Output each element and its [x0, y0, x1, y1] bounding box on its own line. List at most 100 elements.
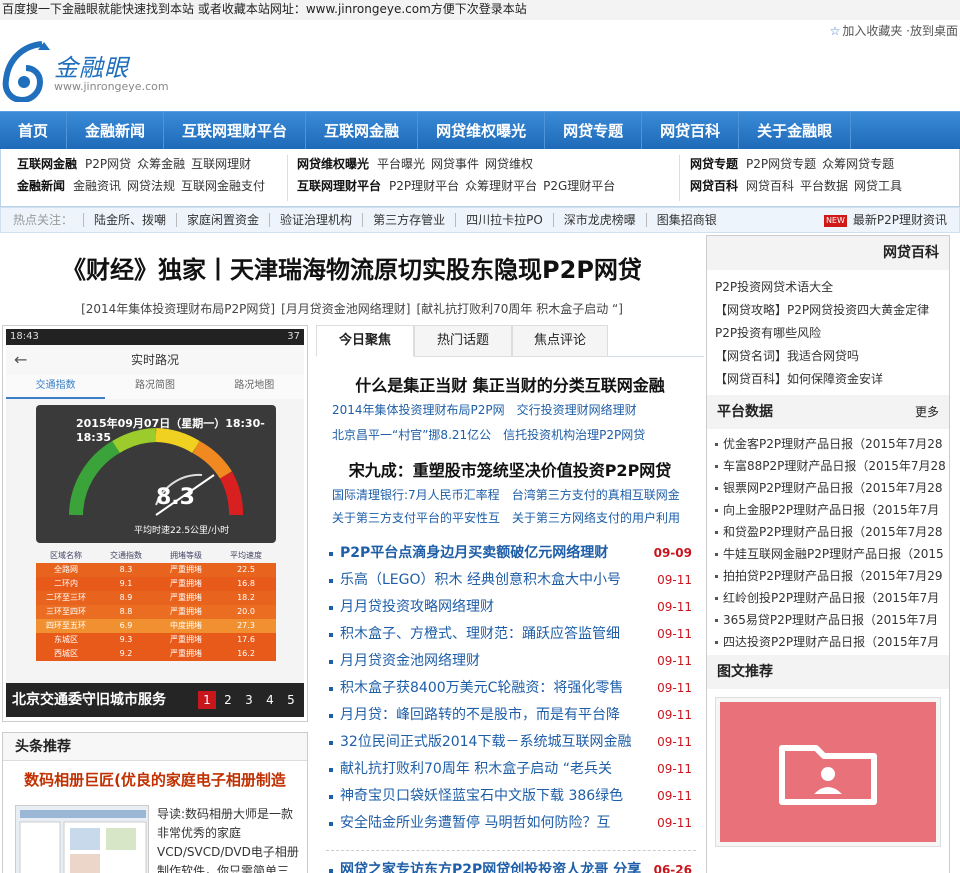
subnav-link[interactable]: 众筹理财平台 [465, 179, 537, 193]
subnav-link[interactable]: P2P理财平台 [389, 179, 459, 193]
focus-link[interactable]: 台湾第三方支付的真相互联网金 [512, 488, 680, 502]
subnav-head[interactable]: 互联网理财平台 [297, 179, 381, 193]
add-bookmark-link[interactable]: 加入收藏夹 [842, 24, 902, 38]
news-item[interactable]: 32位民间正式版2014下载－系统城互联网金融 09-11 [326, 729, 696, 756]
subnav-link[interactable]: 众筹金融 [137, 157, 185, 171]
news-item[interactable]: 月月贷：峰回路转的不是股市，而是有平台降 09-11 [326, 702, 696, 729]
platform-data-item[interactable]: 四达投资P2P理财产品日报（2015年7月 [715, 631, 941, 653]
focus-link[interactable]: 关于第三方网络支付的用户利用 [512, 511, 680, 525]
news-item[interactable]: 积木盒子、方橙式、理财范：踊跃应答监管细 09-11 [326, 621, 696, 648]
subnav-head[interactable]: 金融新闻 [17, 179, 65, 193]
platform-data-item[interactable]: 红岭创投P2P理财产品日报（2015年7月 [715, 587, 941, 609]
subnav-link[interactable]: 网贷工具 [854, 179, 902, 193]
wiki-link[interactable]: P2P投资有哪些风险 [715, 322, 941, 345]
platform-data-item[interactable]: 拍拍贷P2P理财产品日报（2015年7月29 [715, 565, 943, 587]
slide-page-5[interactable]: 5 [282, 691, 300, 709]
news-item[interactable]: 积木盒子获8400万美元C轮融资：将强化零售 09-11 [326, 675, 696, 702]
focus-link[interactable]: 关于第三方支付平台的平安性互 [332, 511, 500, 525]
slide-page-1[interactable]: 1 [198, 691, 216, 709]
subnav-link[interactable]: 平台曝光 [377, 157, 425, 171]
phone-tab: 路况简图 [134, 380, 175, 391]
hot-link[interactable]: 四川拉卡拉PO [455, 213, 553, 227]
related-link[interactable]: [2014年集体投资理财布局P2P网贷] [81, 302, 275, 316]
slide-caption[interactable]: 北京交通委守旧城市服务 1 2 3 4 5 [6, 683, 304, 717]
subnav-link[interactable]: 网贷百科 [746, 179, 794, 193]
nav-online-platform[interactable]: 互联网理财平台 [164, 112, 307, 150]
nav-home[interactable]: 首页 [0, 112, 68, 150]
tab-hot-topics[interactable]: 热门话题 [414, 325, 512, 357]
wiki-link[interactable]: 【网贷攻略】P2P网贷投资四大黄金定律 [715, 299, 941, 322]
news-item[interactable]: 乐高（LEGO）积木 经典创意积木盒大中小号 09-11 [326, 567, 696, 594]
focus-story-title[interactable]: 什么是集正当财 集正当财的分类互联网金融 [316, 372, 704, 396]
subnav-link[interactable]: 平台数据 [800, 179, 848, 193]
focus-link[interactable]: 国际清理银行:7月人民币汇率程 [332, 488, 500, 502]
related-link[interactable]: [献礼抗打败利70周年 积木盒子启动 “] [416, 302, 622, 316]
nav-internet-finance[interactable]: 互联网金融 [306, 112, 419, 150]
related-link[interactable]: [月月贷资金池网络理财] [281, 302, 410, 316]
subnav-head[interactable]: 网贷专题 [690, 157, 738, 171]
slide-page-4[interactable]: 4 [261, 691, 279, 709]
hot-link[interactable]: 图集招商银 [645, 213, 727, 227]
focus-link[interactable]: 交行投资理财网络理财 [517, 403, 637, 417]
site-logo[interactable]: 金融眼 www.jinrongeye.com [2, 40, 202, 104]
subnav-link[interactable]: 网贷维权 [485, 157, 533, 171]
platform-data-item[interactable]: 车富88P2P理财产品日报（2015年7月28 [715, 455, 946, 477]
subnav-link[interactable]: 网贷事件 [431, 157, 479, 171]
image-slideshow[interactable]: 18:43 37 ← 实时路况 交通指数 路况简图 路况地图 2015年09月07日… [2, 325, 308, 722]
wiki-link[interactable]: 【网贷百科】如何保障资金安详 [715, 368, 941, 391]
focus-link[interactable]: 信托投资机构治理P2P网贷 [503, 428, 645, 442]
slide-page-3[interactable]: 3 [240, 691, 258, 709]
subnav-link[interactable]: P2P网贷 [85, 157, 131, 171]
subnav-link[interactable]: P2P网贷专题 [746, 157, 816, 171]
platform-data-item[interactable]: 向上金服P2P理财产品日报（2015年7月 [715, 499, 941, 521]
news-item[interactable]: 网贷之家专访东方P2P网贷创投投资人龙哥 分享 06-26 [326, 857, 696, 873]
subnav-link[interactable]: P2G理财平台 [543, 179, 615, 193]
subnav-link[interactable]: 互联网金融支付 [181, 179, 265, 193]
news-item[interactable]: 安全陆金所业务遭暂停 马明哲如何防险？互 09-11 [326, 810, 696, 837]
wiki-link[interactable]: 【网贷名词】我适合网贷吗 [715, 345, 941, 368]
hot-link[interactable]: 深市龙虎榜曝 [552, 213, 646, 227]
recommend-thumbnail[interactable] [15, 805, 149, 873]
subnav-link[interactable]: 众筹网贷专题 [822, 157, 894, 171]
news-item[interactable]: 献礼抗打败利70周年 积木盒子启动 “老兵关 09-11 [326, 756, 696, 783]
subnav-head[interactable]: 网贷维权曝光 [297, 157, 369, 171]
platform-data-item[interactable]: 和贷盈P2P理财产品日报（2015年7月28 [715, 521, 943, 543]
nav-rights-exposure[interactable]: 网贷维权曝光 [418, 112, 546, 150]
focus-link[interactable]: 2014年集体投资理财布局P2P网 [332, 403, 505, 417]
subnav-link[interactable]: 网贷法规 [127, 179, 175, 193]
phone-app-bar: ← 实时路况 [6, 345, 304, 375]
news-item[interactable]: 月月贷投资攻略网络理财 09-11 [326, 594, 696, 621]
hot-link[interactable]: 验证治理机构 [269, 213, 363, 227]
subnav-link[interactable]: 金融资讯 [73, 179, 121, 193]
nav-about[interactable]: 关于金融眼 [739, 112, 852, 150]
hot-link[interactable]: 家庭闲置资金 [176, 213, 270, 227]
platform-data-item[interactable]: 牛娃互联网金融P2P理财产品日报（2015 [715, 543, 944, 565]
platform-data-item[interactable]: 银票网P2P理财产品日报（2015年7月28 [715, 477, 943, 499]
news-item[interactable]: 神奇宝贝口袋妖怪蓝宝石中文版下载 386绿色 09-11 [326, 783, 696, 810]
nav-topics[interactable]: 网贷专题 [545, 112, 643, 150]
subnav-head[interactable]: 互联网金融 [17, 157, 77, 171]
nav-wiki[interactable]: 网贷百科 [642, 112, 740, 150]
tab-focus-comments[interactable]: 焦点评论 [512, 325, 608, 357]
recommend-title[interactable]: 数码相册巨匠(优良的家庭电子相册制造 [3, 769, 307, 790]
subnav-link[interactable]: 互联网理财 [191, 157, 251, 171]
headline-related-links: [2014年集体投资理财布局P2P网贷] [月月贷资金池网络理财] [献礼抗打败利7… [0, 300, 704, 317]
news-item[interactable]: 月月贷资金池网络理财 09-11 [326, 648, 696, 675]
focus-link[interactable]: 北京昌平一“村官”挪8.21亿公 [332, 428, 491, 442]
platform-data-item[interactable]: 365易贷P2P理财产品日报（2015年7月 [715, 609, 941, 631]
add-to-desktop-link[interactable]: ·放到桌面 [906, 24, 958, 38]
platform-data-item[interactable]: 优金客P2P理财产品日报（2015年7月28 [715, 433, 943, 455]
more-link[interactable]: 更多 [915, 395, 939, 429]
slide-page-2[interactable]: 2 [219, 691, 237, 709]
news-item[interactable]: P2P平台点滴身边月买卖额破亿元网络理财 09-09 [326, 540, 696, 567]
picture-recommend[interactable] [715, 697, 941, 847]
headline-title[interactable]: 《财经》独家丨天津瑞海物流原切实股东隐现P2P网贷 [0, 250, 704, 285]
focus-story-title[interactable]: 宋九成：重塑股市笼统坚决价值投资P2P网贷 [316, 457, 704, 481]
subnav-head[interactable]: 网贷百科 [690, 179, 738, 193]
wiki-link[interactable]: P2P投资网贷术语大全 [715, 276, 941, 299]
tab-today-focus[interactable]: 今日聚焦 [316, 325, 414, 357]
nav-finance-news[interactable]: 金融新闻 [67, 112, 165, 150]
latest-news-link[interactable]: NEW 最新P2P理财资讯 [823, 208, 947, 232]
hot-link[interactable]: 陆金所、拨嘲 [83, 213, 177, 227]
hot-link[interactable]: 第三方存管业 [362, 213, 456, 227]
